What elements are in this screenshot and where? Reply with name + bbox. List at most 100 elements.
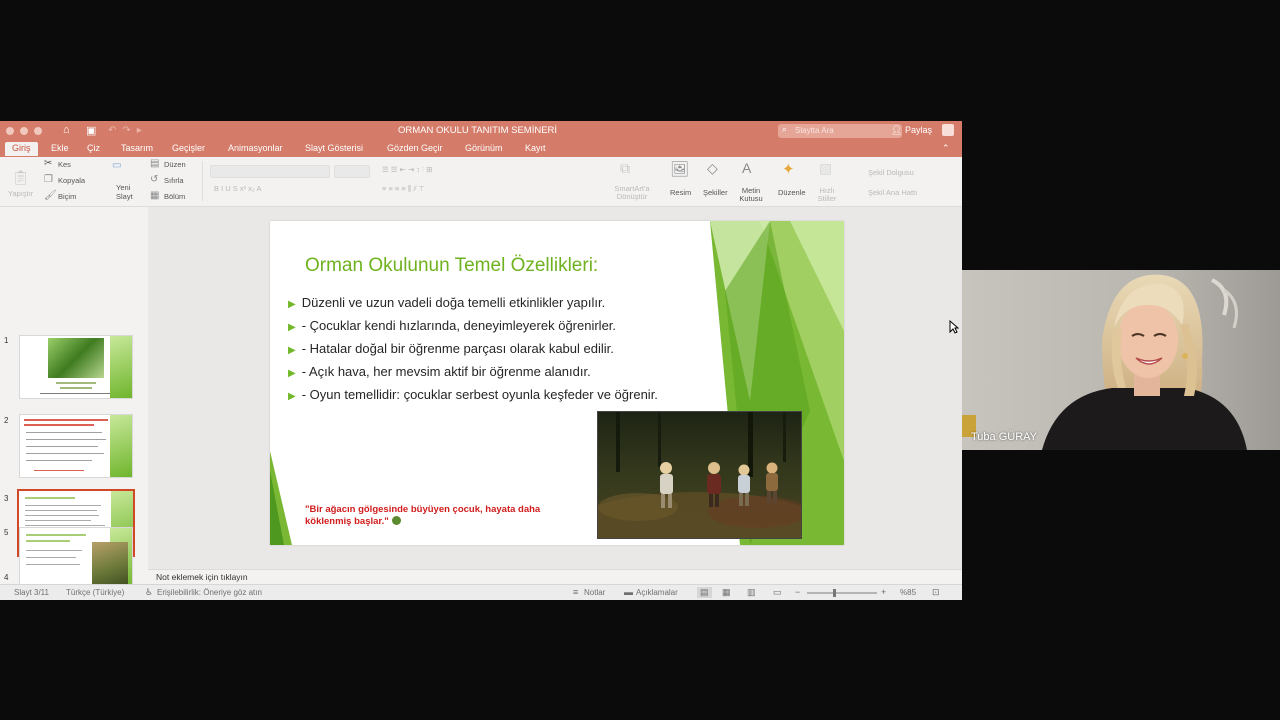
quick-styles-label[interactable]: Hızlı Stiller [815,187,839,203]
current-slide[interactable]: Orman Okulunun Temel Özellikleri: ▶ Düzen… [270,221,844,545]
language-indicator[interactable]: Türkçe (Türkiye) [66,588,124,597]
quick-styles-icon[interactable]: ▧ [819,160,832,177]
copy-label[interactable]: Kopyala [58,176,85,185]
powerpoint-window: ⌂ ▣ ↶↷▸ ORMAN OKULU TANITIM SEMİNERİ ⌕ S… [0,121,962,600]
font-format-icons: B I U S x² x₂ A [214,184,262,193]
quote-line: "Bir ağacın gölgesinde büyüyen çocuk, ha… [305,504,541,515]
shapes-label[interactable]: Şekiller [703,188,728,197]
zoom-window-button[interactable] [34,127,42,135]
thumb-number: 3 [4,494,9,503]
slideshow-icon[interactable]: ▭ [773,587,782,598]
bullet-arrow-icon: ▶ [288,322,296,333]
tab-gorunum[interactable]: Görünüm [465,143,503,153]
thumbnail-forest-image [92,542,128,584]
accessibility-status[interactable]: Erişilebilirlik: Öneriye göz atın [157,588,262,597]
close-window-button[interactable] [6,127,14,135]
share-button[interactable]: 👤︎ Paylaş [891,125,932,136]
shape-fill-button[interactable]: Şekil Dolgusu [868,168,914,177]
format-painter-label[interactable]: Biçim [58,192,76,201]
tab-slayt-gosterisi[interactable]: Slayt Gösterisi [305,143,363,153]
new-slide-label[interactable]: Yeni Slayt [116,183,136,201]
thumbnail-text-line [56,382,96,384]
cut-label[interactable]: Kes [58,160,71,169]
tab-animasyonlar[interactable]: Animasyonlar [228,143,283,153]
arrange-label[interactable]: Düzenle [778,188,806,197]
children-photo-illustration [598,412,801,538]
font-name-dropdown[interactable] [210,165,330,178]
thumbnail-text-line [26,439,106,440]
layout-icon[interactable]: ▤ [150,158,159,169]
notes-icon[interactable]: ≡ [573,587,578,597]
arrange-icon[interactable]: ✦ [782,160,795,178]
tab-tasarim[interactable]: Tasarım [121,143,153,153]
thumbnail-text-line [24,419,108,421]
cut-icon[interactable]: ✂ [44,158,52,169]
tab-ciz[interactable]: Çiz [87,143,100,153]
slide-thumbnail-5[interactable] [19,527,133,584]
thumbnail-green-accent [110,415,132,477]
picture-icon[interactable]: 🖼︎ [670,160,689,178]
tab-giris[interactable]: Giriş [5,142,38,156]
search-box[interactable]: ⌕ Slaytta Ara [778,124,902,138]
reading-view-icon[interactable]: ▥ [747,587,756,598]
normal-view-icon[interactable]: ▤ [697,587,712,598]
thumbnail-text-line [26,534,86,536]
thumbnail-text-line [24,424,94,426]
slide-quote: "Bir ağacın gölgesinde büyüyen çocuk, ha… [305,504,585,528]
smartart-icon[interactable]: ⧉ [620,160,630,177]
undo-redo-icons[interactable]: ↶↷▸ [108,125,148,136]
layout-label[interactable]: Düzen [164,160,186,169]
comments-button[interactable]: Açıklamalar [636,588,678,597]
tab-kayit[interactable]: Kayıt [525,143,546,153]
ribbon-home: 📋︎ Yapıştır ✂ Kes ❐ Kopyala 🖌︎ Biçim ▭ Y… [0,157,962,207]
zoom-level[interactable]: %85 [900,588,916,597]
fit-to-window-icon[interactable]: ⊡ [932,587,940,598]
new-slide-icon[interactable]: ▭ [112,160,121,171]
comments-icon[interactable]: ▬ [624,587,633,597]
accessibility-icon[interactable]: ♿︎ [145,587,153,598]
collapse-ribbon-icon[interactable]: ⌃ [942,143,950,154]
picture-label[interactable]: Resim [670,188,691,197]
mouse-cursor-icon [949,320,959,334]
textbox-label[interactable]: Metin Kutusu [737,187,765,203]
document-title: ORMAN OKULU TANITIM SEMİNERİ [398,125,558,136]
slide-sorter-icon[interactable]: ▦ [722,587,731,598]
thumbnail-text-line [26,446,98,447]
tab-gozden-gecir[interactable]: Gözden Geçir [387,143,443,153]
zoom-slider[interactable] [807,592,877,594]
paragraph-buttons[interactable]: ☰ ☰ ⇤ ⇥ ↕ ⫶ ⊞ [378,165,608,178]
reset-label[interactable]: Sıfırla [164,176,184,185]
zoom-in-icon[interactable]: + [881,587,886,597]
shape-outline-button[interactable]: Şekil Ana Hattı [868,188,917,197]
reset-icon[interactable]: ↺ [150,174,158,185]
children-in-forest-photo[interactable] [597,411,802,539]
paste-label[interactable]: Yapıştır [8,189,33,198]
font-size-dropdown[interactable] [334,165,370,178]
save-icon[interactable]: ▣ [86,124,96,137]
home-icon[interactable]: ⌂ [63,124,70,136]
format-painter-icon[interactable]: 🖌︎ [44,190,57,201]
slide-thumbnail-1[interactable] [19,335,133,399]
thumbnail-text-line [26,453,104,454]
bullet-arrow-icon: ▶ [288,391,296,402]
textbox-icon[interactable]: A [742,160,751,176]
tab-gecisler[interactable]: Geçişler [172,143,205,153]
notes-button[interactable]: Notlar [584,588,605,597]
section-icon[interactable]: ▦ [150,190,159,201]
section-label[interactable]: Bölüm [164,192,185,201]
shapes-icon[interactable]: ◇ [707,160,718,177]
copy-icon[interactable]: ❐ [44,174,53,185]
font-format-buttons[interactable]: B I U S x² x₂ A [210,184,370,196]
zoom-slider-handle[interactable] [833,589,836,597]
smartart-label[interactable]: SmartArt'a Dönüştür [612,185,652,201]
participant-video[interactable]: Tuba GÜRAY [962,270,1280,450]
notes-pane[interactable]: Not eklemek için tıklayın [148,569,962,584]
paste-icon[interactable]: 📋︎ [12,169,30,186]
notes-placeholder[interactable]: Not eklemek için tıklayın [156,572,248,582]
slide-thumbnail-2[interactable] [19,414,133,478]
alignment-buttons[interactable]: ≡ ≡ ≡ ≡ ⫼ ⫽ ⊤ [378,184,608,196]
tab-ekle[interactable]: Ekle [51,143,69,153]
zoom-out-icon[interactable]: − [795,587,800,597]
minimize-window-button[interactable] [20,127,28,135]
account-icon[interactable] [942,124,954,136]
